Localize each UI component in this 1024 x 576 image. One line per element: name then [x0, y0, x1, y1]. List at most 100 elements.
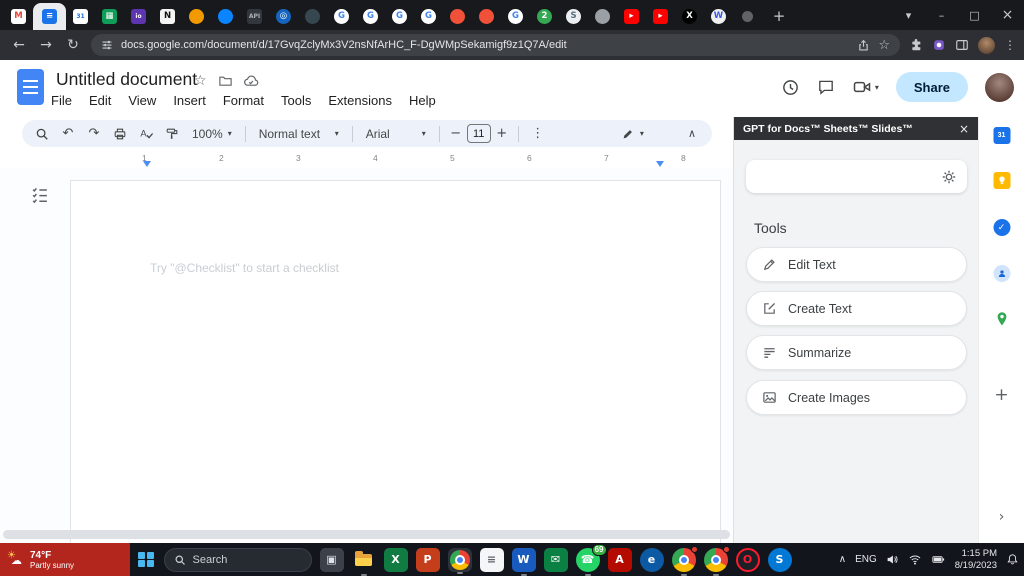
tab-x-app[interactable]: X	[675, 3, 704, 30]
tab-google-4[interactable]: G	[414, 3, 443, 30]
taskbar-app-chrome-3[interactable]	[703, 545, 730, 572]
tab-youtube-2[interactable]: ▸	[646, 3, 675, 30]
tab-s-app[interactable]: S	[559, 3, 588, 30]
collapse-panel-chevron-icon[interactable]: ›	[999, 509, 1005, 525]
meet-video-call-button[interactable]: ▾	[852, 77, 879, 97]
taskbar-app-excel[interactable]: X	[383, 547, 408, 572]
tab-google-5[interactable]: G	[501, 3, 530, 30]
taskbar-app-whatsapp[interactable]: ☎ 69	[575, 543, 607, 572]
tab-notion[interactable]: N	[153, 3, 182, 30]
tab-api[interactable]: API	[240, 3, 269, 30]
font-size-field[interactable]: 11	[466, 124, 491, 143]
tab-avatar[interactable]	[182, 3, 211, 30]
taskbar-app-chrome-active[interactable]	[447, 547, 472, 572]
taskbar-app-opera[interactable]: O	[735, 547, 760, 572]
maximize-button[interactable]: □	[958, 0, 991, 30]
tab-io[interactable]: io	[124, 3, 153, 30]
version-history-icon[interactable]	[781, 78, 800, 97]
reload-icon[interactable]: ↻	[64, 37, 82, 53]
menu-help[interactable]: Help	[409, 93, 436, 108]
notifications-bell-icon[interactable]	[1006, 553, 1019, 566]
maps-icon[interactable]	[995, 311, 1008, 327]
tab-wordpress[interactable]: W	[704, 3, 733, 30]
editing-mode-dropdown-icon[interactable]: ▾	[640, 129, 644, 138]
pinned-extension-icon[interactable]	[932, 38, 946, 52]
editing-mode-select[interactable]: ▾	[621, 127, 644, 141]
spell-check-icon[interactable]: A	[134, 126, 158, 141]
start-button[interactable]	[138, 551, 154, 568]
horizontal-scrollbar[interactable]	[3, 530, 730, 539]
browser-menu-kebab-icon[interactable]: ⋮	[1004, 38, 1016, 52]
site-settings-tune-icon[interactable]	[101, 39, 113, 51]
tab-anchor[interactable]	[298, 3, 327, 30]
redo-icon[interactable]: ↷	[82, 126, 106, 141]
menu-extensions[interactable]: Extensions	[328, 93, 392, 108]
share-button[interactable]: Share	[895, 72, 968, 102]
new-tab-button[interactable]: +	[766, 3, 792, 29]
tab-badge-2[interactable]: 2	[530, 3, 559, 30]
gpt-prompt-input[interactable]	[756, 169, 933, 184]
undo-icon[interactable]: ↶	[56, 126, 80, 141]
print-icon[interactable]	[108, 127, 132, 141]
minimize-button[interactable]: –	[925, 0, 958, 30]
wifi-icon[interactable]	[908, 553, 922, 566]
battery-icon[interactable]	[931, 553, 946, 566]
tab-swift-1[interactable]	[443, 3, 472, 30]
taskbar-app-acrobat[interactable]: A	[607, 547, 632, 572]
side-panel-icon[interactable]	[955, 38, 969, 52]
menu-format[interactable]: Format	[223, 93, 264, 108]
hide-menus-chevron-icon[interactable]: ∧	[688, 127, 696, 140]
summarize-button[interactable]: Summarize	[746, 335, 967, 370]
checklist-icon[interactable]	[30, 185, 52, 207]
paragraph-style-select[interactable]: Normal text ▾	[253, 127, 345, 141]
tab-calendar[interactable]: 31	[66, 3, 95, 30]
taskbar-app-word[interactable]: W	[511, 547, 536, 572]
language-indicator[interactable]: ENG	[855, 554, 877, 565]
paint-format-icon[interactable]	[160, 127, 184, 141]
menu-insert[interactable]: Insert	[173, 93, 206, 108]
tab-search-chevron-icon[interactable]: ▾	[892, 0, 925, 30]
menu-file[interactable]: File	[51, 93, 72, 108]
edit-text-button[interactable]: Edit Text	[746, 247, 967, 282]
tab-gmail[interactable]: M	[4, 3, 33, 30]
taskbar-app-skype[interactable]: S	[767, 547, 792, 572]
meet-dropdown-icon[interactable]: ▾	[875, 83, 879, 92]
close-window-button[interactable]: ×	[991, 0, 1024, 30]
search-menus-icon[interactable]	[30, 127, 54, 141]
document-title[interactable]: Untitled document	[56, 69, 197, 90]
tasks-icon[interactable]: ✓	[993, 219, 1010, 236]
create-text-button[interactable]: Create Text	[746, 291, 967, 326]
extensions-puzzle-icon[interactable]	[909, 38, 923, 52]
tab-globe[interactable]	[588, 3, 617, 30]
tab-compass[interactable]: ◎	[269, 3, 298, 30]
taskbar-app-powerpoint[interactable]: P	[415, 547, 440, 572]
tab-docs-active[interactable]: ≡	[33, 3, 66, 30]
clock[interactable]: 1:15 PM 8/19/2023	[955, 548, 997, 571]
add-side-panel-app-icon[interactable]: +	[994, 385, 1008, 405]
menu-tools[interactable]: Tools	[281, 93, 311, 108]
tray-chevron-up-icon[interactable]: ∧	[839, 554, 846, 565]
docs-app-icon[interactable]	[17, 69, 44, 105]
browser-profile-avatar[interactable]	[978, 36, 995, 54]
volume-icon[interactable]	[886, 553, 899, 566]
taskbar-app-task-view[interactable]: ▣	[319, 547, 344, 572]
tab-google-1[interactable]: G	[327, 3, 356, 30]
menu-view[interactable]: View	[128, 93, 156, 108]
share-icon[interactable]	[857, 39, 870, 52]
right-indent-marker[interactable]	[656, 161, 664, 167]
keep-icon[interactable]	[993, 172, 1010, 189]
decrease-font-size-icon[interactable]: −	[447, 126, 465, 141]
tab-pinned-ext[interactable]	[733, 3, 762, 30]
forward-icon[interactable]: →	[37, 37, 55, 53]
taskbar-search[interactable]: Search	[163, 547, 312, 572]
taskbar-app-notepad[interactable]: ≡	[479, 547, 504, 572]
create-images-button[interactable]: Create Images	[746, 380, 967, 415]
back-icon[interactable]: ←	[10, 37, 28, 53]
omnibox[interactable]: docs.google.com/document/d/17GvqZclyMx3V…	[91, 34, 900, 56]
weather-widget[interactable]: ☀ ☁ 74°F Partly sunny	[0, 543, 130, 576]
taskbar-app-edge[interactable]: e	[639, 547, 664, 572]
taskbar-app-mail[interactable]: ✉	[543, 547, 568, 572]
tab-swift-2[interactable]	[472, 3, 501, 30]
contacts-icon[interactable]	[993, 265, 1010, 282]
gear-icon[interactable]	[941, 169, 957, 185]
